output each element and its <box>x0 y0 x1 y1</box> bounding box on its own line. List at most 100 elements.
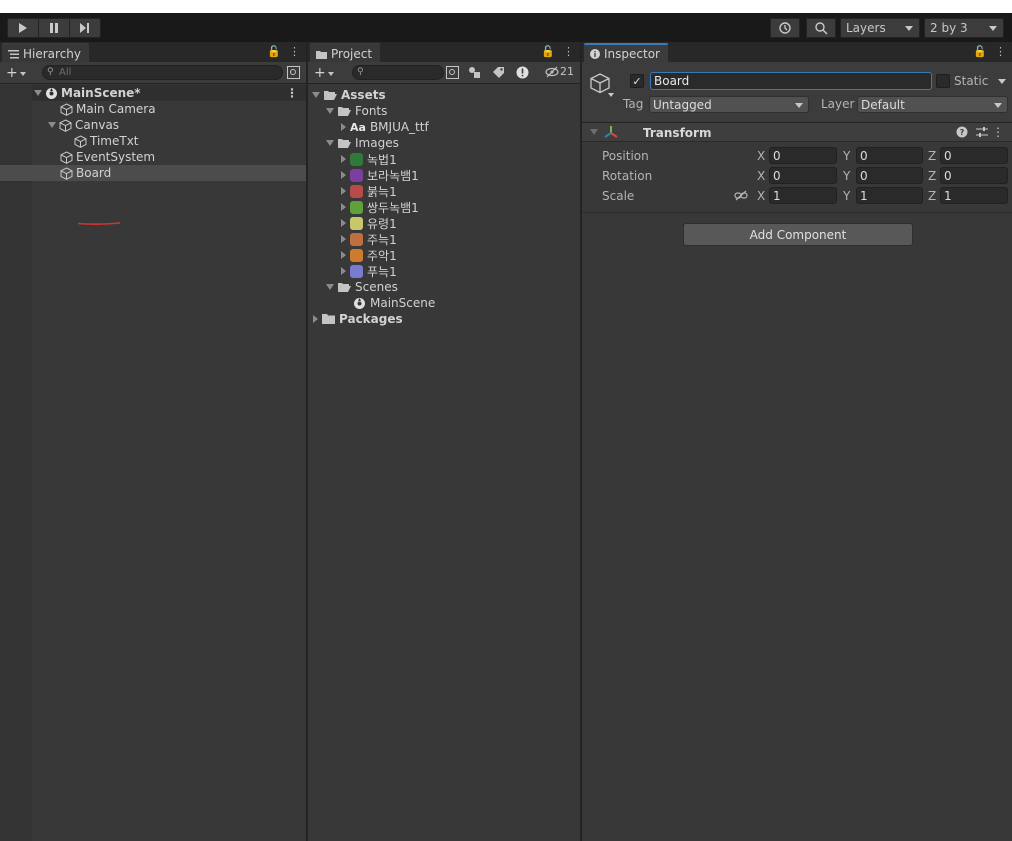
expand-arrow-icon[interactable] <box>48 122 56 128</box>
folder-images[interactable]: Images <box>326 135 399 151</box>
add-component-button[interactable]: Add Component <box>683 223 913 246</box>
lock-icon[interactable]: 🔓 <box>267 45 281 58</box>
folder-icon <box>316 50 327 59</box>
search-by-label-button[interactable] <box>492 66 505 82</box>
hierarchy-item-canvas[interactable]: Canvas <box>48 117 119 133</box>
field-value: 0 <box>860 168 868 183</box>
layer-dropdown[interactable]: Default <box>857 96 1008 113</box>
asset-image-item[interactable]: 쌍두녹뱀1 <box>341 199 419 215</box>
asset-image-item[interactable]: 주늑1 <box>341 231 397 247</box>
tag-dropdown[interactable]: Untagged <box>649 96 809 113</box>
tab-hierarchy[interactable]: Hierarchy <box>2 43 90 62</box>
expand-arrow-icon[interactable] <box>312 92 320 98</box>
kebab-menu-icon[interactable]: ⋮ <box>289 45 300 58</box>
position-z-field[interactable]: 0 <box>940 147 1008 164</box>
expand-arrow-icon[interactable] <box>326 284 334 290</box>
scale-label: Scale <box>602 189 635 203</box>
asset-main-scene[interactable]: MainScene <box>353 295 435 311</box>
scene-row[interactable]: MainScene* ⋮ <box>32 85 306 101</box>
tab-label: Project <box>331 47 373 61</box>
expand-arrow-icon[interactable] <box>341 171 346 179</box>
create-button[interactable]: + <box>6 65 26 81</box>
scale-z-field[interactable]: 1 <box>940 187 1008 204</box>
hidden-packages-toggle[interactable]: 21 <box>545 65 574 78</box>
object-name-field[interactable]: Board <box>650 72 932 90</box>
inspector-panel: Inspector 🔓 ⋮ ✓ Board Static Tag Untagge… <box>582 42 1012 841</box>
static-checkbox[interactable] <box>936 74 950 88</box>
folder-assets[interactable]: Assets <box>312 87 386 103</box>
expand-arrow-icon[interactable] <box>341 155 346 163</box>
position-y-field[interactable]: 0 <box>856 147 923 164</box>
component-title: Transform <box>643 126 712 140</box>
pause-button[interactable] <box>39 19 70 37</box>
hierarchy-item-eventsystem[interactable]: EventSystem <box>60 149 155 165</box>
type-filter-icon <box>469 67 480 78</box>
scale-y-field[interactable]: 1 <box>856 187 923 204</box>
tab-inspector[interactable]: Inspector <box>584 43 668 62</box>
axis-y-label: Y <box>843 169 851 183</box>
expand-arrow-icon[interactable] <box>34 90 42 96</box>
asset-image-item[interactable]: 주악1 <box>341 247 397 263</box>
step-button[interactable] <box>70 19 100 37</box>
position-x-field[interactable]: 0 <box>769 147 837 164</box>
static-dropdown-arrow-icon[interactable] <box>998 79 1006 84</box>
kebab-menu-icon[interactable]: ⋮ <box>286 86 298 100</box>
lock-icon[interactable]: 🔓 <box>973 45 987 58</box>
expand-arrow-icon[interactable] <box>341 251 346 259</box>
play-button[interactable] <box>8 19 39 37</box>
search-by-type-button[interactable] <box>468 66 481 82</box>
folder-scenes[interactable]: Scenes <box>326 279 398 295</box>
chevron-down-icon <box>989 26 997 31</box>
presets-button[interactable] <box>976 126 988 141</box>
expand-arrow-icon[interactable] <box>326 108 334 114</box>
tab-project[interactable]: Project <box>310 43 381 62</box>
scale-x-field[interactable]: 1 <box>769 187 837 204</box>
expand-arrow-icon[interactable] <box>313 315 318 323</box>
asset-image-item[interactable]: 붉늑1 <box>341 183 397 199</box>
active-checkbox[interactable]: ✓ <box>630 74 644 88</box>
kebab-menu-icon[interactable]: ⋮ <box>563 45 574 58</box>
folder-packages[interactable]: Packages <box>313 311 403 327</box>
project-search-input[interactable]: ⚲ <box>352 65 444 80</box>
rotation-z-field[interactable]: 0 <box>940 167 1008 184</box>
asset-image-item[interactable]: 유령1 <box>341 215 397 231</box>
rotation-x-field[interactable]: 0 <box>769 167 837 184</box>
expand-arrow-icon[interactable] <box>341 203 346 211</box>
filter-button[interactable] <box>287 66 300 82</box>
search-button[interactable] <box>806 18 836 38</box>
kebab-menu-icon[interactable]: ⋮ <box>992 125 1004 139</box>
transform-component-header[interactable]: Transform ? ⋮ <box>582 122 1012 142</box>
main-toolbar: Layers 2 by 3 <box>0 13 1012 42</box>
create-button[interactable]: + <box>314 65 334 81</box>
asset-font-file[interactable]: Aa BMJUA_ttf <box>341 119 429 135</box>
search-by-scene-button[interactable] <box>446 66 459 82</box>
history-button[interactable] <box>770 18 800 38</box>
asset-image-item[interactable]: 녹법1 <box>341 151 397 167</box>
help-button[interactable]: ? <box>956 126 968 141</box>
expand-arrow-icon[interactable] <box>326 140 334 146</box>
asset-image-item[interactable]: 푸늑1 <box>341 263 397 279</box>
layout-dropdown[interactable]: 2 by 3 <box>924 18 1004 38</box>
expand-arrow-icon[interactable] <box>341 187 346 195</box>
constrain-proportions-toggle[interactable] <box>734 190 748 204</box>
hierarchy-item-main-camera[interactable]: Main Camera <box>60 101 156 117</box>
expand-arrow-icon[interactable] <box>341 267 346 275</box>
warning-filter-button[interactable] <box>516 66 529 82</box>
inspector-tabbar: Inspector 🔓 ⋮ <box>582 42 1012 62</box>
expand-arrow-icon[interactable] <box>590 129 598 135</box>
layers-dropdown[interactable]: Layers <box>840 18 920 38</box>
expand-arrow-icon[interactable] <box>341 219 346 227</box>
lock-icon[interactable]: 🔓 <box>541 45 555 58</box>
hierarchy-item-board[interactable]: Board <box>0 165 306 181</box>
hierarchy-item-timetxt[interactable]: TimeTxt <box>74 133 139 149</box>
chevron-down-icon <box>994 103 1002 108</box>
expand-arrow-icon[interactable] <box>341 235 346 243</box>
hierarchy-search-input[interactable]: ⚲ All <box>42 65 283 80</box>
asset-image-item[interactable]: 보라녹뱀1 <box>341 167 419 183</box>
rotation-y-field[interactable]: 0 <box>856 167 923 184</box>
expand-arrow-icon[interactable] <box>341 123 346 131</box>
gameobject-icon-picker[interactable] <box>590 72 614 101</box>
folder-fonts[interactable]: Fonts <box>326 103 387 119</box>
kebab-menu-icon[interactable]: ⋮ <box>995 45 1006 58</box>
tag-icon <box>493 67 504 78</box>
